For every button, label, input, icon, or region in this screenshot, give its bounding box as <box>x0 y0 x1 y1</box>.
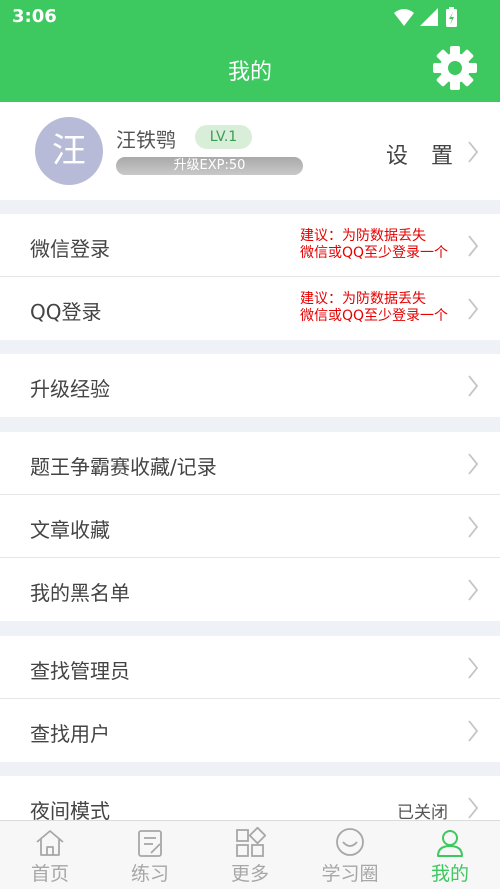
status-time: 3:06 <box>12 6 57 27</box>
tab-home[interactable]: 首页 <box>0 821 100 889</box>
practice-icon <box>138 830 162 857</box>
chevron-right-icon <box>468 516 479 538</box>
login-section: 微信登录 建议：为防数据丢失 微信或QQ至少登录一个 QQ登录 建议：为防数据丢… <box>0 214 500 340</box>
find-admin-row[interactable]: 查找管理员 <box>0 636 500 699</box>
avatar[interactable]: 汪 <box>35 117 103 185</box>
find-section: 查找管理员 查找用户 <box>0 636 500 762</box>
settings-link[interactable]: 设 置 <box>386 138 461 170</box>
find-user-label: 查找用户 <box>30 722 110 746</box>
tab-mine-label: 我的 <box>430 863 469 885</box>
app-header: 我的 <box>0 34 500 102</box>
quiz-records-label: 题王争霸赛收藏/记录 <box>30 455 217 479</box>
home-icon <box>36 830 64 856</box>
gear-icon[interactable] <box>432 45 478 91</box>
chevron-right-icon <box>468 453 479 475</box>
tab-more[interactable]: 更多 <box>200 821 300 889</box>
upgrade-exp-label: 升级经验 <box>30 377 110 401</box>
chevron-right-icon <box>468 579 479 601</box>
qq-login-note: 建议：为防数据丢失 微信或QQ至少登录一个 <box>300 291 448 325</box>
note-line: 建议：为防数据丢失 <box>299 228 426 244</box>
chevron-right-icon <box>468 235 479 257</box>
qq-login-row[interactable]: QQ登录 建议：为防数据丢失 微信或QQ至少登录一个 <box>0 277 500 340</box>
bottom-tab-bar: 首页 练习 更多 学习圈 我的 <box>0 820 500 889</box>
wechat-login-row[interactable]: 微信登录 建议：为防数据丢失 微信或QQ至少登录一个 <box>0 214 500 277</box>
upgrade-exp-row[interactable]: 升级经验 <box>0 354 500 417</box>
tab-practice[interactable]: 练习 <box>100 821 200 889</box>
person-icon <box>437 830 463 857</box>
article-favorites-row[interactable]: 文章收藏 <box>0 495 500 558</box>
chevron-right-icon <box>468 657 479 679</box>
user-name: 汪铁鹗 <box>116 128 176 152</box>
wechat-login-label: 微信登录 <box>30 237 110 261</box>
status-icons <box>394 7 457 27</box>
tab-home-label: 首页 <box>30 863 69 885</box>
status-bar: 3:06 <box>0 0 500 34</box>
tab-circle[interactable]: 学习圈 <box>300 821 400 889</box>
wechat-login-note: 建议：为防数据丢失 微信或QQ至少登录一个 <box>300 228 448 262</box>
page-title: 我的 <box>227 60 272 85</box>
favorites-section: 题王争霸赛收藏/记录 文章收藏 我的黑名单 <box>0 432 500 621</box>
exp-bar: 升级EXP:50 <box>116 157 303 175</box>
tab-practice-label: 练习 <box>130 863 169 885</box>
profile-card[interactable]: 汪 汪铁鹗 LV.1 升级EXP:50 设 置 <box>0 102 500 200</box>
chevron-right-icon <box>468 797 479 819</box>
chevron-right-icon <box>468 298 479 320</box>
article-favorites-label: 文章收藏 <box>30 518 110 542</box>
wifi-icon <box>394 9 414 26</box>
tab-circle-label: 学习圈 <box>321 863 379 885</box>
blacklist-label: 我的黑名单 <box>30 581 130 605</box>
chevron-right-icon <box>468 375 479 397</box>
chevron-right-icon <box>468 141 479 163</box>
exp-section: 升级经验 <box>0 354 500 417</box>
find-admin-label: 查找管理员 <box>30 659 130 683</box>
note-line: 微信或QQ至少登录一个 <box>299 308 448 324</box>
tab-mine[interactable]: 我的 <box>400 821 500 889</box>
note-line: 建议：为防数据丢失 <box>299 291 426 307</box>
find-user-row[interactable]: 查找用户 <box>0 699 500 762</box>
qq-login-label: QQ登录 <box>30 300 102 324</box>
grid-icon <box>236 827 266 857</box>
tab-more-label: 更多 <box>230 863 269 885</box>
note-line: 微信或QQ至少登录一个 <box>299 245 448 261</box>
blacklist-row[interactable]: 我的黑名单 <box>0 558 500 621</box>
level-badge: LV.1 <box>195 125 252 149</box>
signal-icon <box>420 8 438 26</box>
chevron-right-icon <box>468 720 479 742</box>
chat-bubble-icon <box>336 828 364 856</box>
quiz-records-row[interactable]: 题王争霸赛收藏/记录 <box>0 432 500 495</box>
